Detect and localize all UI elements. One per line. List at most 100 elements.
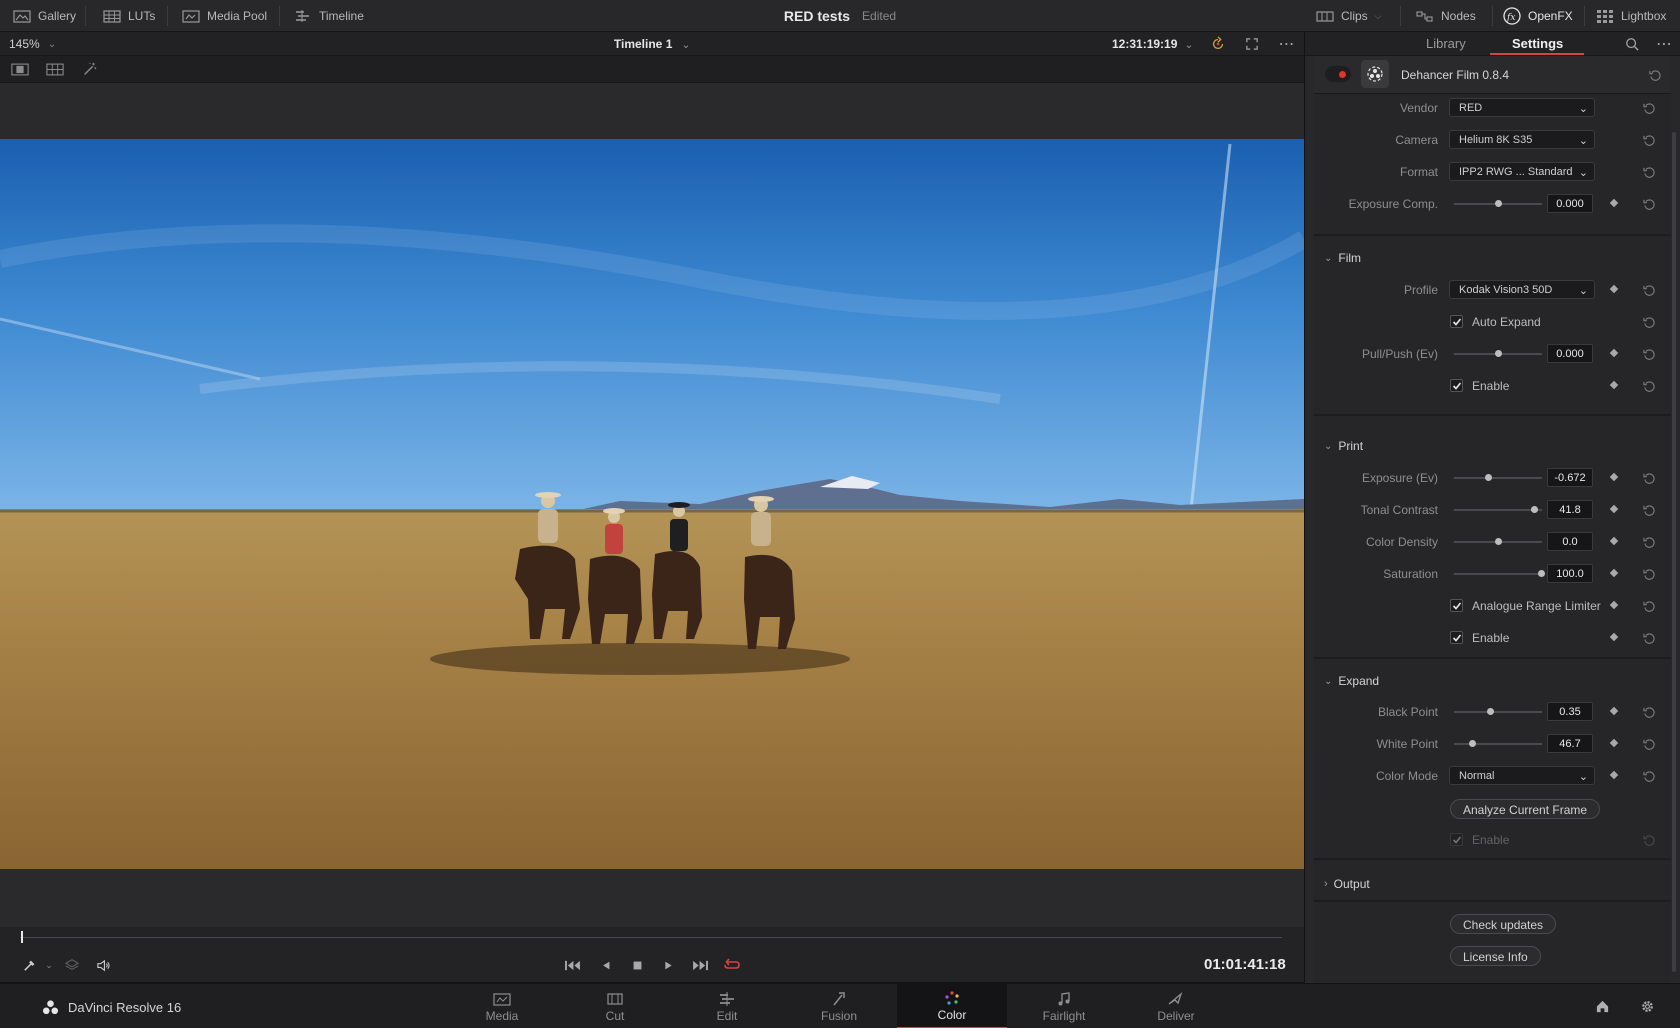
layers-icon[interactable] [61,956,83,974]
keyframe-icon[interactable] [1609,536,1619,546]
reset-icon[interactable] [1642,705,1656,719]
tab-deliver[interactable]: Deliver [1121,984,1231,1028]
keyframe-icon[interactable] [1609,632,1619,642]
reset-icon[interactable] [1642,535,1656,549]
reset-icon[interactable] [1642,165,1656,179]
tab-edit[interactable]: Edit [672,984,782,1028]
timecode-readout[interactable]: 12:31:19:19 [1112,37,1177,51]
auto-expand-checkbox[interactable] [1450,315,1463,328]
reset-icon[interactable] [1642,833,1656,847]
nodes-button[interactable]: Nodes [1416,0,1476,32]
tonal-contrast-slider[interactable] [1454,506,1542,513]
chevron-down-icon[interactable]: ⌄ [1185,40,1193,51]
reset-icon[interactable] [1642,197,1656,211]
keyframe-icon[interactable] [1609,738,1619,748]
reset-icon[interactable] [1642,737,1656,751]
tab-cut[interactable]: Cut [560,984,670,1028]
reset-icon[interactable] [1642,379,1656,393]
playhead[interactable] [21,931,23,943]
lightbox-button[interactable]: Lightbox [1596,0,1666,32]
clips-button[interactable]: Clips ⌵ [1316,0,1382,32]
output-section-header[interactable]: › Output [1324,877,1370,891]
slider-knob[interactable] [1487,708,1495,715]
gear-icon[interactable] [1638,997,1656,1015]
volume-icon[interactable] [92,956,114,974]
play-icon[interactable] [657,956,679,974]
expand-section-header[interactable]: ⌄ Expand [1324,674,1379,688]
go-to-end-icon[interactable] [689,956,711,974]
white-point-input[interactable]: 46.7 [1547,734,1593,753]
color-density-input[interactable]: 0.0 [1547,532,1593,551]
analogue-range-limiter-checkbox[interactable] [1450,599,1463,612]
saturation-input[interactable]: 100.0 [1547,564,1593,583]
color-density-slider[interactable] [1454,538,1542,545]
single-viewer-icon[interactable] [9,61,31,77]
magic-wand-icon[interactable] [79,61,101,77]
reset-icon[interactable] [1642,133,1656,147]
slider-knob[interactable] [1485,474,1493,481]
keyframe-icon[interactable] [1609,706,1619,716]
openfx-button[interactable]: fx OpenFX [1503,0,1573,32]
slider-knob[interactable] [1495,538,1502,545]
white-point-slider[interactable] [1454,740,1542,747]
tab-media[interactable]: Media [447,984,557,1028]
tab-settings[interactable]: Settings [1512,36,1563,51]
fullscreen-icon[interactable] [1243,35,1261,53]
print-enable-checkbox[interactable] [1450,631,1463,644]
gallery-button[interactable]: Gallery [13,0,76,32]
pull-push-input[interactable]: 0.000 [1547,344,1593,363]
keyframe-icon[interactable] [1609,198,1619,208]
film-enable-checkbox[interactable] [1450,379,1463,392]
check-updates-button[interactable]: Check updates [1450,914,1557,934]
profile-dropdown[interactable]: Kodak Vision3 50D ⌄ [1449,280,1595,299]
keyframe-icon[interactable] [1609,348,1619,358]
pull-push-slider[interactable] [1454,350,1542,357]
reset-icon[interactable] [1642,283,1656,297]
video-frame[interactable] [0,139,1304,869]
reset-icon[interactable] [1642,471,1656,485]
tonal-contrast-input[interactable]: 41.8 [1547,500,1593,519]
keyframe-icon[interactable] [1609,504,1619,514]
reset-icon[interactable] [1642,347,1656,361]
more-options-icon[interactable]: ⋯ [1655,35,1673,53]
keyframe-icon[interactable] [1609,284,1619,294]
color-mode-dropdown[interactable]: Normal ⌄ [1449,766,1595,785]
film-section-header[interactable]: ⌄ Film [1324,251,1361,265]
keyframe-icon[interactable] [1609,472,1619,482]
keyframe-icon[interactable] [1609,380,1619,390]
split-viewer-icon[interactable] [44,61,66,77]
reset-icon[interactable] [1642,769,1656,783]
camera-dropdown[interactable]: Helium 8K S35 ⌄ [1449,130,1595,149]
reset-icon[interactable] [1642,503,1656,517]
reset-icon[interactable] [1642,315,1656,329]
license-info-button[interactable]: License Info [1450,946,1541,966]
plugin-enable-toggle[interactable] [1325,66,1351,82]
exposure-comp-input[interactable]: 0.000 [1547,194,1593,213]
inspector-scrollbar[interactable] [1672,132,1676,972]
reset-icon[interactable] [1642,631,1656,645]
chevron-down-icon[interactable]: ⌄ [38,956,60,974]
keyframe-icon[interactable] [1609,770,1619,780]
keyframe-icon[interactable] [1609,600,1619,610]
exposure-comp-slider[interactable] [1454,200,1542,207]
print-exposure-slider[interactable] [1454,474,1542,481]
bypass-grades-icon[interactable] [1209,35,1227,53]
search-icon[interactable] [1623,35,1641,53]
go-to-start-icon[interactable] [561,956,583,974]
loop-icon[interactable] [721,956,743,974]
scrub-track[interactable] [20,937,1282,938]
chevron-down-icon[interactable]: ⌄ [682,40,690,51]
slider-knob[interactable] [1538,570,1546,577]
analyze-current-frame-button[interactable]: Analyze Current Frame [1450,799,1601,819]
vendor-dropdown[interactable]: RED ⌄ [1449,98,1595,117]
tab-library[interactable]: Library [1426,36,1466,51]
black-point-slider[interactable] [1454,708,1542,715]
keyframe-icon[interactable] [1609,568,1619,578]
play-reverse-icon[interactable] [594,956,616,974]
format-dropdown[interactable]: IPP2 RWG ... Standard ⌄ [1449,162,1595,181]
reset-icon[interactable] [1642,567,1656,581]
home-icon[interactable] [1593,997,1611,1015]
more-options-icon[interactable]: ⋯ [1278,35,1296,53]
stop-icon[interactable] [626,956,648,974]
luts-button[interactable]: LUTs [103,0,155,32]
